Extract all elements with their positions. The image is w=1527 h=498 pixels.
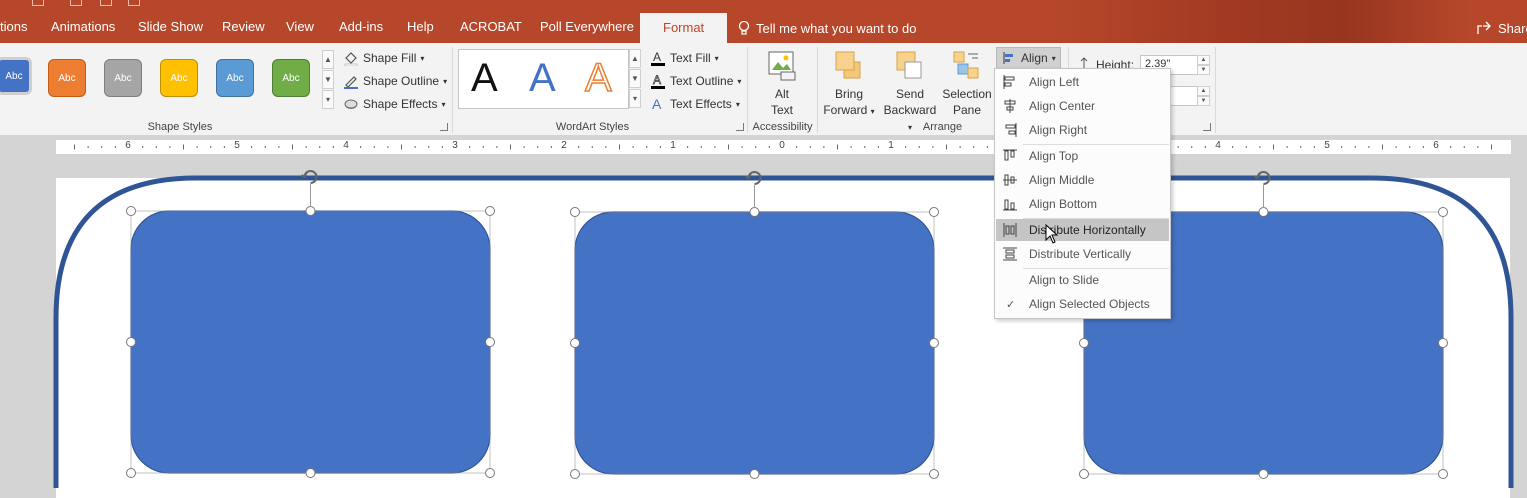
resize-handle[interactable] — [570, 207, 580, 217]
resize-handle[interactable] — [1438, 469, 1448, 479]
resize-handle[interactable] — [485, 206, 495, 216]
menu-item-align-selected-objects[interactable]: ✓ Align Selected Objects — [996, 293, 1169, 315]
resize-handle[interactable] — [126, 206, 136, 216]
align-center-icon — [1004, 99, 1016, 113]
align-right-icon — [1005, 123, 1017, 137]
menu-item-label: Align Left — [1029, 75, 1080, 89]
check-icon: ✓ — [1006, 298, 1016, 311]
resize-handle[interactable] — [929, 338, 939, 348]
resize-handle[interactable] — [1438, 207, 1448, 217]
menu-item-align-to-slide[interactable]: Align to Slide — [996, 269, 1169, 291]
distribute-horizontally-icon — [1003, 223, 1017, 237]
resize-handle[interactable] — [1258, 469, 1269, 479]
menu-item-distribute-horizontally[interactable]: Distribute Horizontally — [996, 219, 1169, 241]
resize-handle[interactable] — [929, 207, 939, 217]
align-left-icon — [1003, 75, 1015, 89]
menu-item-align-right[interactable]: Align Right — [996, 119, 1169, 141]
menu-item-align-bottom[interactable]: Align Bottom — [996, 193, 1169, 215]
selected-shape-2[interactable] — [574, 211, 935, 475]
resize-handle[interactable] — [749, 207, 760, 217]
align-bottom-icon — [1003, 199, 1017, 211]
resize-handle[interactable] — [485, 468, 495, 478]
resize-handle[interactable] — [570, 469, 580, 479]
align-middle-icon — [1003, 174, 1017, 186]
menu-item-label: Align Middle — [1029, 173, 1095, 187]
resize-handle[interactable] — [485, 337, 495, 347]
menu-item-distribute-vertically[interactable]: Distribute Vertically — [996, 243, 1169, 265]
menu-item-label: Align Top — [1029, 149, 1079, 163]
menu-item-label: Align Center — [1029, 99, 1096, 113]
resize-handle[interactable] — [1438, 338, 1448, 348]
menu-item-align-top[interactable]: Align Top — [996, 145, 1169, 167]
resize-handle[interactable] — [126, 468, 136, 478]
align-dropdown-menu: Align Left Align Center Align Right Alig… — [994, 68, 1171, 319]
resize-handle[interactable] — [305, 206, 316, 216]
resize-handle[interactable] — [126, 337, 136, 347]
menu-item-label: Align Bottom — [1029, 197, 1098, 211]
menu-item-label: Align to Slide — [1029, 273, 1100, 287]
resize-handle[interactable] — [1079, 338, 1089, 348]
distribute-vertically-icon — [1003, 247, 1017, 261]
resize-handle[interactable] — [1079, 469, 1089, 479]
resize-handle[interactable] — [1258, 207, 1269, 217]
resize-handle[interactable] — [929, 469, 939, 479]
align-top-icon — [1003, 149, 1017, 161]
slide-shapes-layer — [53, 170, 1514, 488]
menu-item-align-middle[interactable]: Align Middle — [996, 169, 1169, 191]
resize-handle[interactable] — [570, 338, 580, 348]
resize-handle[interactable] — [305, 468, 316, 478]
selected-shape-1[interactable] — [130, 210, 491, 474]
menu-item-label: Align Selected Objects — [1029, 297, 1150, 311]
mouse-cursor-icon — [1045, 224, 1059, 244]
menu-item-align-left[interactable]: Align Left — [996, 71, 1169, 93]
menu-item-label: Align Right — [1029, 123, 1088, 137]
menu-item-label: Distribute Vertically — [1029, 247, 1132, 261]
menu-item-align-center[interactable]: Align Center — [996, 95, 1169, 117]
resize-handle[interactable] — [749, 469, 760, 479]
